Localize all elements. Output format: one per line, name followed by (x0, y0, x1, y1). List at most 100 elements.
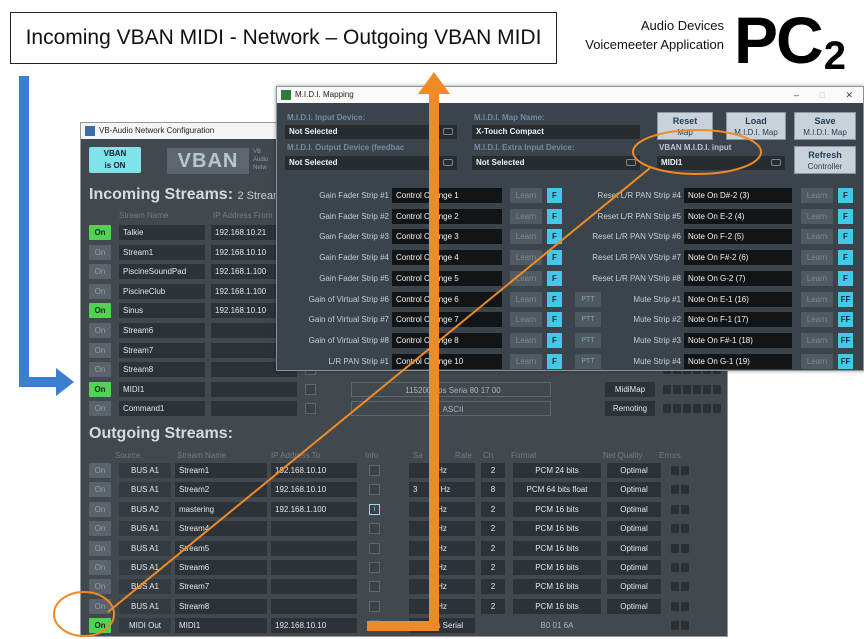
stream-name-field[interactable]: Stream8 (119, 362, 205, 378)
format-select[interactable]: PCM 16 bits (513, 521, 601, 537)
ip-address-field[interactable] (271, 540, 357, 556)
sample-rate-select[interactable]: Hz (409, 598, 475, 614)
reset-map-button[interactable]: Reset Map (657, 112, 713, 140)
format-select[interactable]: PCM 16 bits (513, 540, 601, 556)
maximize-button[interactable]: □ (820, 87, 825, 103)
source-select[interactable]: BUS A1 (119, 482, 171, 498)
stream-on-toggle[interactable]: On (89, 362, 111, 378)
channels-select[interactable]: 2 (481, 463, 505, 478)
mapping-value-field[interactable]: Note On F#-2 (6) (684, 250, 792, 266)
stream-name-field[interactable]: Talkie (119, 225, 205, 240)
stream-on-toggle[interactable]: On (89, 244, 111, 260)
source-select[interactable]: BUS A1 (119, 560, 171, 575)
source-select[interactable]: BUS A1 (119, 521, 171, 537)
source-select[interactable]: MIDI Out (119, 618, 171, 634)
format-select[interactable]: PCM 16 bits (513, 501, 601, 517)
stream-action-button[interactable]: Remoting (605, 401, 655, 417)
learn-button[interactable]: Learn (801, 291, 833, 307)
sample-rate-select[interactable]: Hz (409, 560, 475, 575)
info-icon[interactable] (369, 581, 380, 593)
feedback-toggle[interactable]: FF (838, 312, 853, 328)
ip-address-field[interactable] (211, 401, 297, 417)
info-icon[interactable] (369, 620, 380, 632)
stream-name-field[interactable]: Stream8 (175, 598, 267, 614)
mapping-value-field[interactable]: Note On G-2 (7) (684, 270, 792, 286)
channels-select[interactable]: 2 (481, 560, 505, 575)
info-icon[interactable]: i (369, 503, 380, 515)
stream-on-toggle[interactable]: On (89, 598, 111, 614)
mapping-value-field[interactable]: Note On F-1 (17) (684, 312, 792, 328)
stream-on-toggle[interactable]: On (89, 381, 111, 397)
close-button[interactable]: ✕ (845, 87, 853, 103)
mapping-value-field[interactable]: Note On F-2 (5) (684, 229, 792, 245)
stream-name-field[interactable]: Stream6 (119, 323, 205, 338)
feedback-toggle[interactable]: FF (838, 332, 853, 348)
vban-midi-input-select[interactable]: MIDI1 (657, 156, 785, 170)
stream-name-field[interactable]: MIDI1 (175, 618, 267, 634)
source-select[interactable]: BUS A1 (119, 463, 171, 478)
vban-on-button[interactable]: VBAN is ON (89, 147, 141, 173)
feedback-toggle[interactable]: FF (838, 291, 853, 307)
channels-select[interactable]: 8 (481, 482, 505, 498)
mapping-value-field[interactable]: Note On G-1 (19) (684, 353, 792, 369)
stream-name-field[interactable]: Sinus (119, 303, 205, 319)
feedback-toggle[interactable]: F (838, 229, 853, 245)
learn-button[interactable]: Learn (510, 229, 542, 245)
learn-button[interactable]: Learn (801, 229, 833, 245)
learn-button[interactable]: Learn (801, 270, 833, 286)
ip-address-field[interactable]: 192.168.10.10 (271, 482, 357, 498)
info-icon[interactable] (369, 465, 380, 476)
learn-button[interactable]: Learn (510, 188, 542, 203)
net-quality-select[interactable]: Optimal (607, 482, 661, 498)
mapping-value-field[interactable]: Control Change 3 (392, 229, 502, 245)
stream-on-toggle[interactable]: On (89, 264, 111, 280)
stream-on-toggle[interactable]: On (89, 342, 111, 358)
net-quality-select[interactable]: Optimal (607, 560, 661, 575)
learn-button[interactable]: Learn (801, 250, 833, 266)
mapping-value-field[interactable]: Note On D#-2 (3) (684, 188, 792, 203)
ip-address-field[interactable]: 192.168.1.100 (271, 501, 357, 517)
stream-on-toggle[interactable]: On (89, 501, 111, 517)
sample-rate-select[interactable]: Hz (409, 540, 475, 556)
stream-name-field[interactable]: MIDI1 (119, 381, 205, 397)
mapping-value-field[interactable]: Note On E-1 (16) (684, 291, 792, 307)
mapping-value-field[interactable]: Control Change 10 (392, 353, 502, 369)
channels-select[interactable]: 2 (481, 579, 505, 595)
source-select[interactable]: BUS A1 (119, 579, 171, 595)
stream-name-field[interactable]: Stream5 (175, 540, 267, 556)
info-icon[interactable] (369, 523, 380, 535)
stream-on-toggle[interactable]: On (89, 579, 111, 595)
stream-name-field[interactable]: Stream4 (175, 521, 267, 537)
stream-name-field[interactable]: mastering (175, 501, 267, 517)
map-name-field[interactable]: X-Touch Compact (472, 125, 640, 139)
stream-name-field[interactable]: Command1 (119, 401, 205, 417)
info-icon[interactable] (369, 542, 380, 554)
source-select[interactable]: BUS A2 (119, 501, 171, 517)
info-icon[interactable] (305, 403, 316, 415)
feedback-toggle[interactable]: F (838, 250, 853, 266)
format-select[interactable]: PCM 16 bits (513, 560, 601, 575)
stream-on-toggle[interactable]: On (89, 540, 111, 556)
stream-on-toggle[interactable]: On (89, 283, 111, 299)
stream-on-toggle[interactable]: On (89, 303, 111, 319)
sample-rate-select[interactable]: Hz (409, 501, 475, 517)
info-icon[interactable] (369, 600, 380, 612)
output-device-select[interactable]: Not Selected (285, 156, 457, 170)
channels-select[interactable]: 2 (481, 540, 505, 556)
learn-button[interactable]: Learn (801, 353, 833, 369)
info-icon[interactable] (369, 562, 380, 573)
stream-on-toggle[interactable]: On (89, 618, 111, 634)
stream-on-toggle[interactable]: On (89, 521, 111, 537)
sample-rate-select[interactable]: 0 Hz (409, 482, 475, 498)
net-quality-select[interactable]: Optimal (607, 579, 661, 595)
ip-address-field[interactable] (271, 560, 357, 575)
net-quality-select[interactable]: Optimal (607, 501, 661, 517)
net-quality-select[interactable]: Optimal (607, 598, 661, 614)
sample-rate-select[interactable]: 0 bps Serial (409, 618, 475, 634)
stream-name-field[interactable]: Stream7 (119, 342, 205, 358)
learn-button[interactable]: Learn (510, 332, 542, 348)
stream-on-toggle[interactable]: On (89, 401, 111, 417)
stream-on-toggle[interactable]: On (89, 560, 111, 575)
feedback-toggle[interactable]: F (838, 188, 853, 203)
learn-button[interactable]: Learn (801, 208, 833, 224)
